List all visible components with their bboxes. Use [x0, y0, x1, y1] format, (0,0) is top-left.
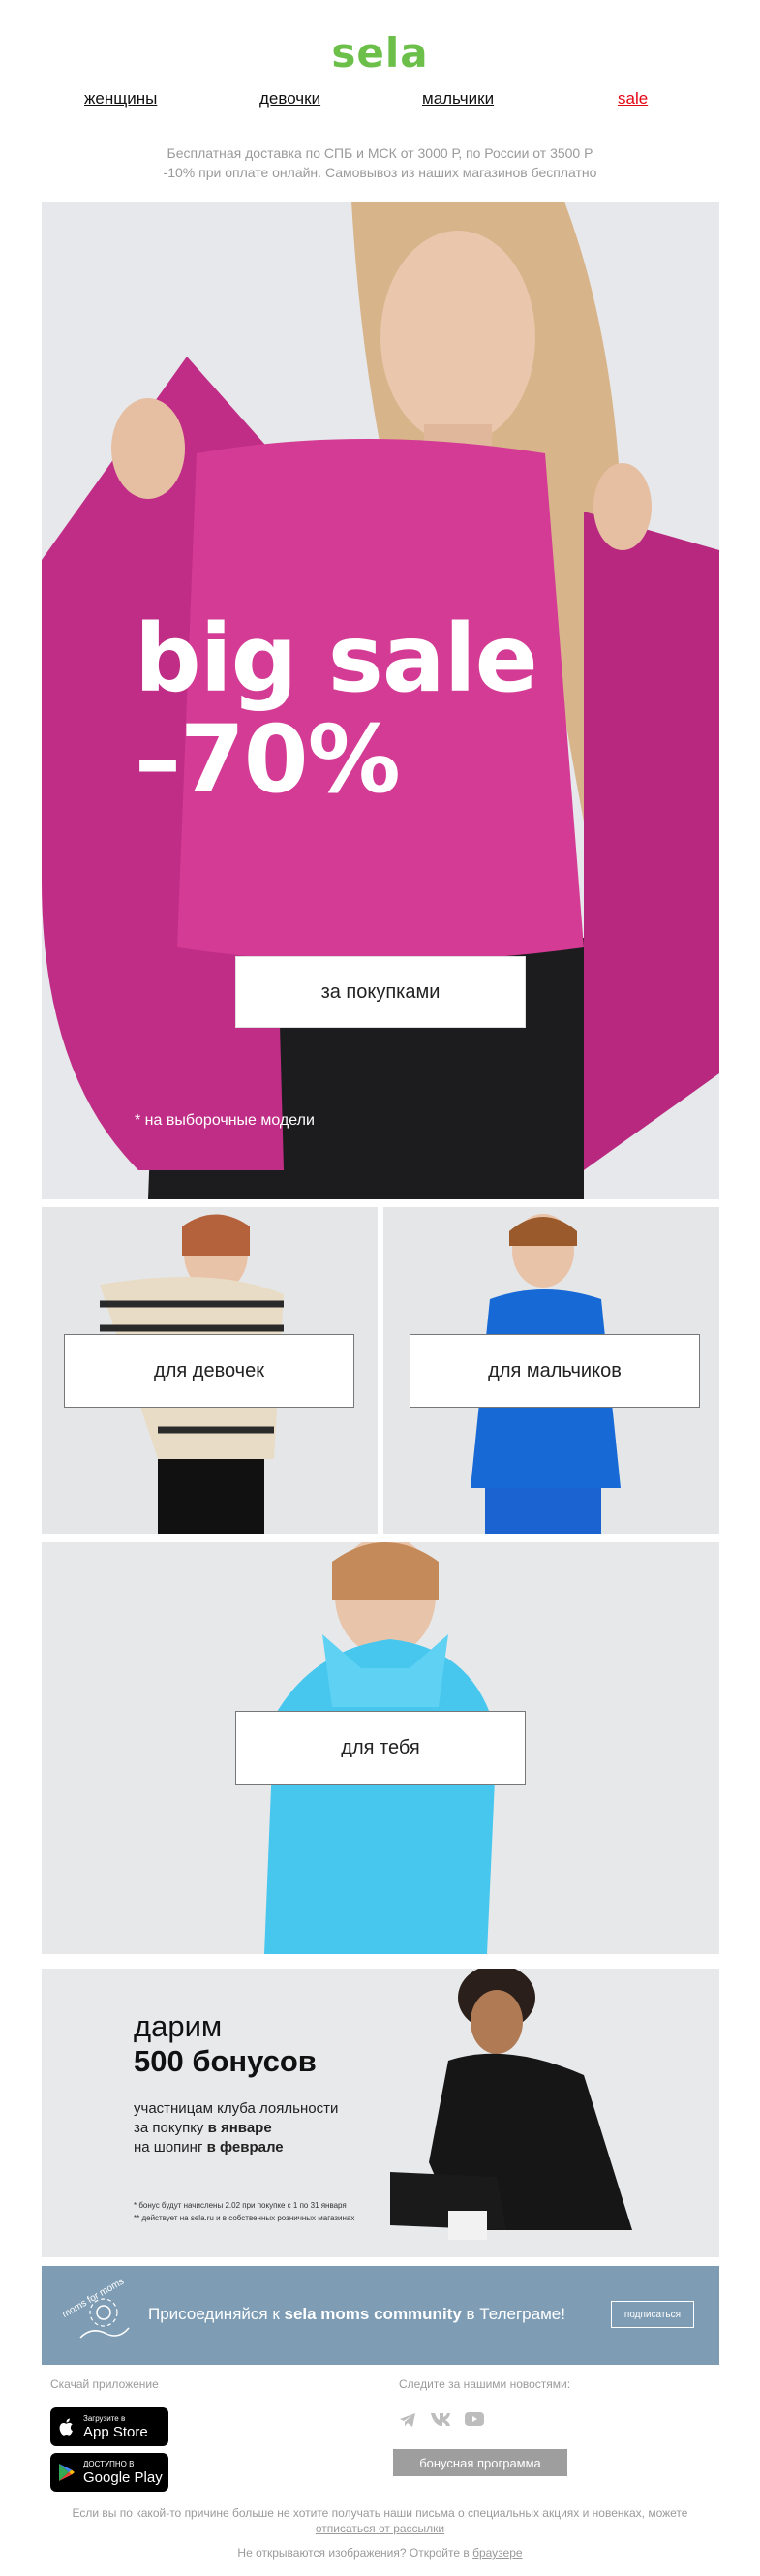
bonus-desc-3-bold: в феврале: [206, 2139, 284, 2156]
nav-boys[interactable]: мальчики: [422, 89, 494, 109]
hero-title: big sale –70%: [135, 605, 538, 814]
youtube-icon[interactable]: [465, 2412, 484, 2426]
google-play-icon: [59, 2464, 75, 2481]
app-store-small-text: Загрузите в: [83, 2413, 126, 2423]
bonus-desc-line-2: за покупку в январе: [134, 2119, 338, 2138]
follow-us-label: Следите за нашими новостями:: [399, 2377, 571, 2391]
apple-icon: [59, 2418, 73, 2436]
nav-girls[interactable]: девочки: [259, 89, 320, 109]
hero-title-line-2: –70%: [135, 705, 401, 814]
shipping-line-1: Бесплатная доставка по СПБ и МСК от 3000…: [167, 145, 593, 161]
unsubscribe-text: Если вы по какой-то причине больше не хо…: [72, 2506, 688, 2520]
google-play-text: ДОСТУПНО В Google Play: [83, 2460, 163, 2486]
bonus-footnotes: * бонус будут начислены 2.02 при покупке…: [134, 2199, 354, 2224]
shipping-info: Бесплатная доставка по СПБ и МСК от 3000…: [58, 143, 702, 182]
bonus-desc-2-text: за покупку: [134, 2120, 208, 2136]
hero-footnote: * на выборочные модели: [135, 1112, 315, 1129]
view-in-browser-text: Не открываются изображения? Откройте в: [237, 2546, 473, 2560]
bonus-banner[interactable]: дарим 500 бонусов участницам клуба лояль…: [42, 1969, 719, 2257]
nav-sale[interactable]: sale: [618, 89, 648, 109]
app-store-big-text: App Store: [83, 2423, 148, 2440]
app-store-text: Загрузите в App Store: [83, 2414, 148, 2440]
bonus-footnote-1: * бонус будут начислены 2.02 при покупке…: [134, 2201, 347, 2210]
google-play-big-text: Google Play: [83, 2468, 163, 2486]
telegram-text-post: в Телеграме!: [461, 2305, 565, 2323]
girls-button[interactable]: для девочек: [64, 1334, 354, 1408]
loyalty-program-button[interactable]: бонусная программа: [393, 2449, 567, 2476]
girls-category-banner[interactable]: для девочек: [42, 1207, 378, 1534]
boys-button[interactable]: для мальчиков: [410, 1334, 700, 1408]
google-play-small-text: ДОСТУПНО В: [83, 2459, 135, 2468]
boys-category-banner[interactable]: для мальчиков: [383, 1207, 719, 1534]
bonus-desc-2-bold: в январе: [207, 2120, 272, 2136]
telegram-community-name: sela moms community: [284, 2305, 462, 2323]
nav-women[interactable]: женщины: [84, 89, 157, 109]
shop-now-button[interactable]: за покупками: [235, 956, 526, 1028]
google-play-badge[interactable]: ДОСТУПНО В Google Play: [50, 2453, 168, 2492]
for-you-button[interactable]: для тебя: [235, 1711, 526, 1785]
unsubscribe-link[interactable]: отписаться от рассылки: [316, 2522, 444, 2535]
bonus-footnote-2: ** действует на sela.ru и в собственных …: [134, 2214, 355, 2222]
women-category-banner[interactable]: для тебя: [42, 1542, 719, 1954]
bonus-desc-line-1: участницам клуба лояльности: [134, 2100, 339, 2117]
view-in-browser-link[interactable]: браузере: [472, 2546, 522, 2560]
bonus-heading-line-1: дарим: [134, 2009, 223, 2043]
bonus-description: участницам клуба лояльности за покупку в…: [134, 2099, 338, 2157]
brand-logo[interactable]: sela: [0, 29, 760, 77]
telegram-text-pre: Присоединяйся к: [148, 2305, 285, 2323]
shipping-line-2: -10% при оплате онлайн. Самовывоз из наш…: [163, 165, 597, 180]
social-links: [399, 2412, 484, 2428]
telegram-text: Присоединяйся к sela moms community в Те…: [148, 2305, 565, 2324]
telegram-icon[interactable]: [399, 2412, 416, 2428]
bonus-desc-3-text: на шопинг: [134, 2139, 207, 2156]
moms-for-moms-badge-icon: moms for moms: [63, 2278, 130, 2339]
bonus-desc-line-3: на шопинг в феврале: [134, 2138, 338, 2157]
subscribe-button[interactable]: подписаться: [611, 2301, 694, 2328]
app-store-badge[interactable]: Загрузите в App Store: [50, 2407, 168, 2446]
main-nav: женщины девочки мальчики sale: [0, 89, 760, 118]
view-in-browser: Не открываются изображения? Откройте в б…: [0, 2546, 760, 2560]
bonus-heading: дарим 500 бонусов: [134, 2009, 317, 2079]
hero-banner[interactable]: big sale –70% за покупками * на выборочн…: [42, 202, 719, 1199]
telegram-banner[interactable]: moms for moms Присоединяйся к sela moms …: [42, 2266, 719, 2365]
bonus-heading-line-2: 500 бонусов: [134, 2044, 317, 2078]
vk-icon[interactable]: [430, 2412, 451, 2426]
unsubscribe-info: Если вы по какой-то причине больше не хо…: [39, 2505, 721, 2536]
download-app-label: Скачай приложение: [50, 2377, 159, 2391]
hero-title-line-1: big sale: [135, 605, 538, 713]
